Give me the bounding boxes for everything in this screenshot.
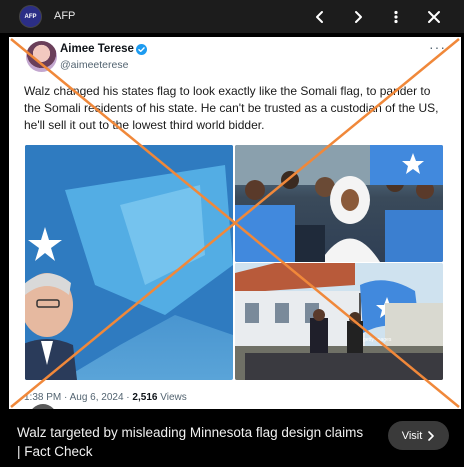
afp-logo-text: AFP	[24, 13, 37, 20]
visit-label: Visit	[401, 429, 423, 442]
chevron-right-small-icon	[428, 430, 435, 441]
tweet-date: Aug 6, 2024	[69, 392, 124, 403]
author-handle: @aimeeterese	[60, 59, 129, 71]
building-flag-photo: getty images	[235, 263, 443, 380]
more-vertical-icon[interactable]	[384, 5, 408, 29]
tweet-text: Walz changed his states flag to look exa…	[24, 84, 439, 132]
tweet-screenshot-image[interactable]: Aimee Terese @aimeeterese ··· Walz chang…	[9, 37, 461, 409]
views-count: 2,516	[132, 392, 158, 403]
author-name: Aimee Terese	[60, 43, 134, 55]
meta-separator-1: ·	[61, 392, 70, 403]
source-name[interactable]: AFP	[54, 10, 75, 22]
author-avatar	[26, 41, 57, 72]
close-icon[interactable]	[422, 5, 446, 29]
crowd-photo	[235, 145, 443, 262]
afp-logo[interactable]: AFP	[19, 5, 42, 28]
chevron-left-icon[interactable]	[308, 5, 332, 29]
top-bar: AFP AFP	[0, 0, 464, 33]
article-caption[interactable]: Walz targeted by misleading Minnesota fl…	[17, 423, 367, 461]
lens-search-icon[interactable]	[29, 404, 57, 409]
tweet-time: 1:38 PM	[24, 392, 62, 403]
verified-badge-icon	[136, 44, 147, 55]
getty-watermark: getty images	[363, 337, 392, 343]
tweet-more-icon: ···	[429, 39, 446, 55]
views-label: Views	[160, 392, 187, 403]
flag-photo	[25, 145, 233, 380]
chevron-right-icon[interactable]	[346, 5, 370, 29]
tweet-meta: 1:38 PM · Aug 6, 2024 · 2,516 Views	[24, 392, 187, 403]
visit-button[interactable]: Visit	[388, 421, 449, 450]
